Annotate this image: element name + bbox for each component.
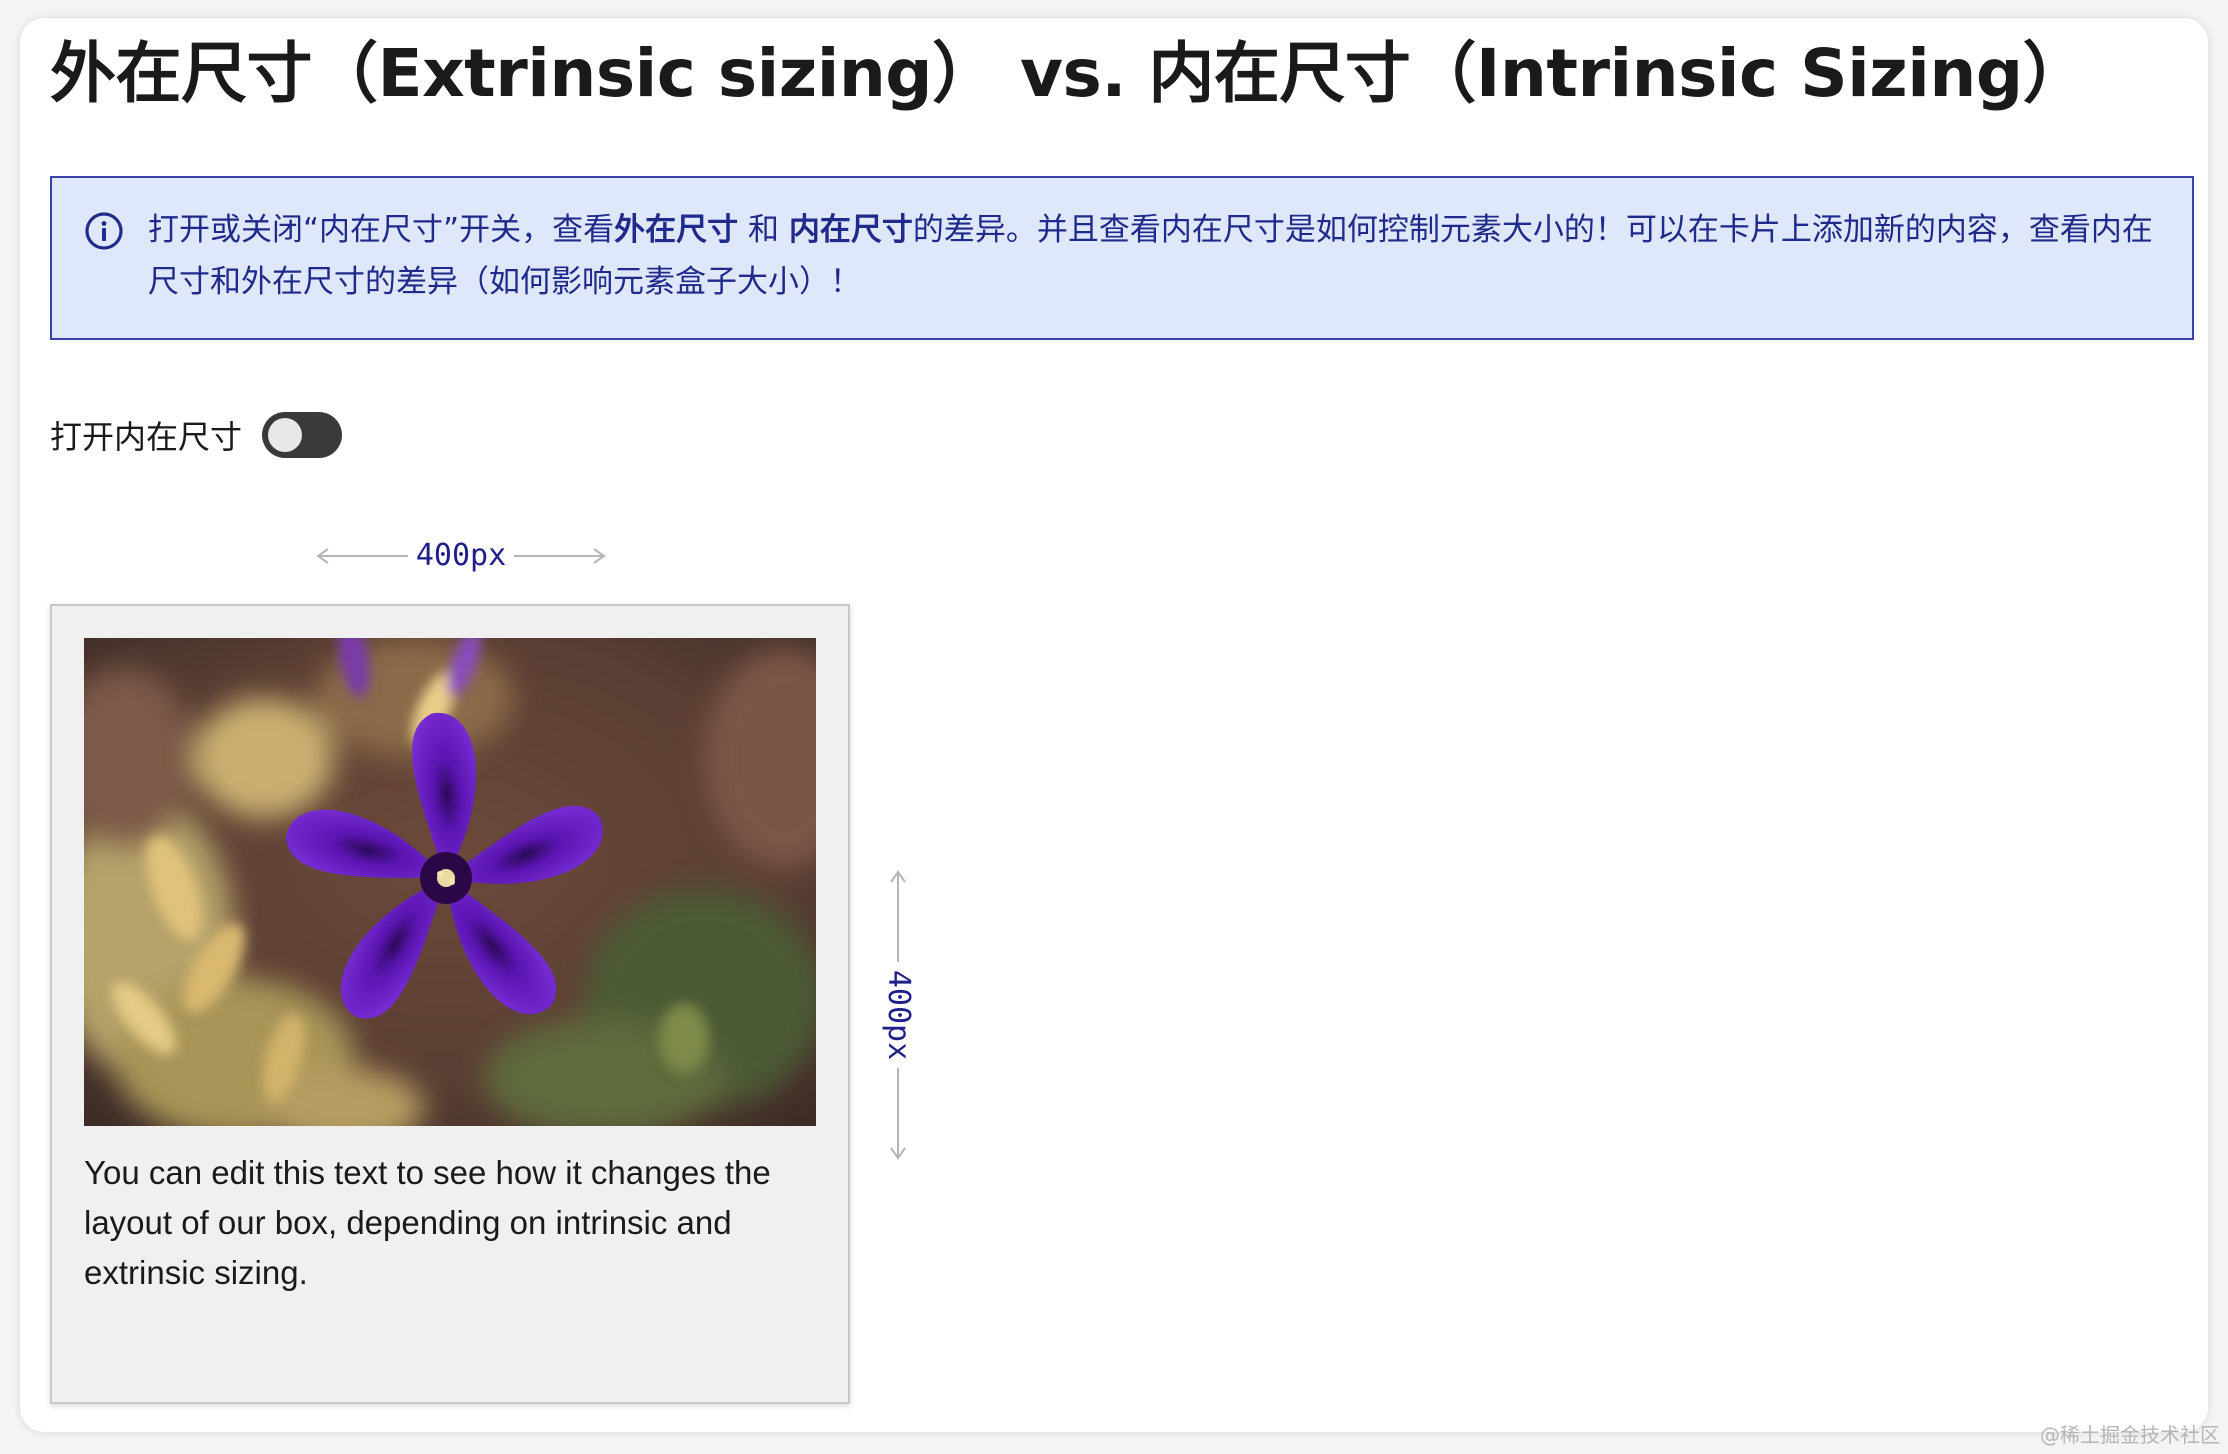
callout-bold-extrinsic: 外在尺寸: [614, 212, 739, 248]
page-title: 外在尺寸（Extrinsic sizing） vs. 内在尺寸（Intrinsi…: [50, 35, 2089, 112]
switch-knob: [268, 418, 303, 452]
intrinsic-toggle-row: 打开内在尺寸: [50, 408, 343, 462]
watermark: @稀土掘金技术社区: [2040, 1423, 2220, 1447]
callout-bold-intrinsic: 内在尺寸: [788, 212, 913, 248]
height-dimension: 400px: [878, 870, 918, 1160]
card-caption[interactable]: You can edit this text to see how it cha…: [84, 1148, 816, 1298]
toggle-label: 打开内在尺寸: [50, 418, 243, 456]
demo-card: You can edit this text to see how it cha…: [50, 604, 850, 1404]
width-dimension-label: 400px: [407, 538, 515, 573]
callout-text-before: 打开或关闭“内在尺寸”开关，查看: [148, 212, 615, 248]
demo-frame: 外在尺寸（Extrinsic sizing） vs. 内在尺寸（Intrinsi…: [20, 18, 2208, 1432]
callout-message: 打开或关闭“内在尺寸”开关，查看外在尺寸 和 内在尺寸的差异。并且查看内在尺寸是…: [148, 204, 2168, 308]
height-dimension-label: 400px: [880, 961, 916, 1069]
info-callout: 打开或关闭“内在尺寸”开关，查看外在尺寸 和 内在尺寸的差异。并且查看内在尺寸是…: [50, 176, 2194, 340]
petunia-photo-graphic: [84, 638, 816, 1126]
flower-image: [84, 638, 816, 1126]
callout-text-and: 和: [738, 212, 789, 248]
intrinsic-sizing-switch[interactable]: [262, 412, 343, 458]
width-dimension: 400px: [316, 536, 606, 576]
info-icon: [85, 212, 123, 250]
